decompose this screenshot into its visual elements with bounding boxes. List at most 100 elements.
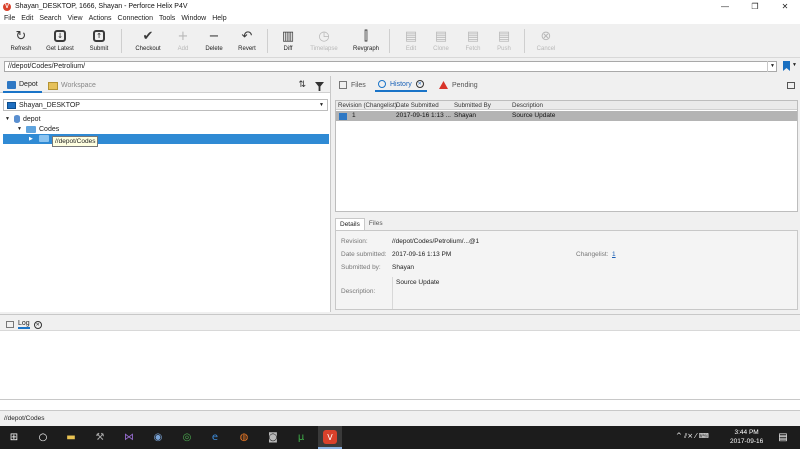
checkmark-icon: ✔ bbox=[142, 28, 154, 44]
tab-history[interactable]: History ✕ bbox=[375, 78, 427, 92]
cancel-button[interactable]: ⊗ Cancel bbox=[527, 27, 565, 57]
visual-studio-icon[interactable]: ⋈ bbox=[122, 430, 136, 444]
chrome-icon[interactable]: ◎ bbox=[180, 430, 194, 444]
toolbar-divider bbox=[267, 29, 268, 53]
title-bar: V Shayan_DESKTOP, 1666, Shayan - Perforc… bbox=[0, 0, 800, 13]
system-tray-icons[interactable]: ^ ⫽× ⁄ ⌨ bbox=[676, 432, 709, 441]
bookmark-icon[interactable] bbox=[783, 61, 790, 71]
utorrent-icon[interactable]: μ bbox=[294, 430, 308, 444]
tab-details[interactable]: Details bbox=[335, 218, 365, 230]
menu-actions[interactable]: Actions bbox=[89, 15, 112, 22]
timelapse-button[interactable]: ◷ Timelapse bbox=[305, 27, 343, 57]
menu-connection[interactable]: Connection bbox=[118, 15, 153, 22]
revgraph-label: Revgraph bbox=[352, 46, 379, 52]
depot-tree-pane: Depot Workspace ⇅ Shayan_DESKTOP ▼ ▼ dep… bbox=[0, 76, 331, 312]
column-date[interactable]: Date Submitted bbox=[396, 102, 439, 109]
column-revision[interactable]: Revision (Changelist) bbox=[338, 102, 397, 109]
lock-app-icon[interactable]: ◙ bbox=[266, 430, 280, 444]
tab-files-label: Files bbox=[351, 81, 366, 89]
filter-icon[interactable] bbox=[315, 82, 324, 91]
windows-taskbar: ⊞ ○ ▬ ⚒ ⋈ ◉ ◎ e ◍ ◙ μ V ^ ⫽× ⁄ ⌨ 3:44 PM… bbox=[0, 426, 800, 449]
chevron-down-icon[interactable]: ▼ bbox=[767, 61, 777, 72]
details-panel: Revision: //depot/Codes/Petrolium/...@1 … bbox=[335, 230, 798, 310]
toolbar-divider bbox=[121, 29, 122, 53]
menu-tools[interactable]: Tools bbox=[159, 15, 175, 22]
delete-label: Delete bbox=[205, 46, 223, 52]
tab-details-files[interactable]: Files bbox=[365, 218, 387, 230]
timelapse-label: Timelapse bbox=[310, 46, 338, 52]
tab-pending[interactable]: Pending bbox=[436, 78, 481, 92]
diff-label: Diff bbox=[283, 46, 293, 52]
menu-window[interactable]: Window bbox=[181, 15, 206, 22]
p4v-taskbar-icon[interactable]: V bbox=[323, 430, 337, 444]
date-submitted-value: 2017-09-16 1:13 PM bbox=[392, 251, 452, 258]
changelist-link[interactable]: 1 bbox=[612, 251, 616, 258]
menu-search[interactable]: Search bbox=[39, 15, 61, 22]
tab-pending-label: Pending bbox=[452, 81, 478, 89]
fetch-label: Fetch bbox=[465, 46, 481, 52]
expand-arrow-icon[interactable]: ▼ bbox=[17, 126, 23, 132]
edge-icon[interactable]: e bbox=[208, 430, 222, 444]
tree-item-codes[interactable]: ▼ Codes bbox=[17, 124, 59, 134]
file-explorer-icon[interactable]: ▬ bbox=[64, 430, 78, 444]
menu-edit[interactable]: Edit bbox=[21, 15, 33, 22]
menu-file[interactable]: File bbox=[4, 15, 15, 22]
refresh-button[interactable]: ↻ Refresh bbox=[2, 27, 40, 57]
tab-log[interactable]: Log ✕ bbox=[3, 318, 45, 331]
command-input[interactable] bbox=[0, 399, 800, 411]
collapsed-arrow-icon[interactable]: ▶ bbox=[29, 136, 35, 142]
edit-label: Edit bbox=[405, 46, 417, 52]
log-pane: Log ✕ bbox=[0, 314, 800, 399]
tab-workspace[interactable]: Workspace bbox=[44, 78, 100, 93]
revert-button[interactable]: ↶ Revert bbox=[228, 27, 266, 57]
description-box[interactable]: Source Update bbox=[392, 277, 792, 309]
history-table: Revision (Changelist) Date Submitted Sub… bbox=[335, 100, 798, 212]
submitted-by-label: Submitted by: bbox=[341, 264, 381, 271]
bookmark-dropdown-icon[interactable]: ▼ bbox=[792, 62, 797, 68]
clock-icon bbox=[378, 80, 386, 88]
windows-start-icon[interactable]: ⊞ bbox=[7, 430, 21, 444]
pane-menu-icon[interactable] bbox=[787, 82, 795, 89]
close-tab-icon[interactable]: ✕ bbox=[33, 320, 42, 329]
tools-icon[interactable]: ⚒ bbox=[93, 430, 107, 444]
submit-button[interactable]: ↑ Submit bbox=[80, 27, 118, 57]
taskbar-clock[interactable]: 3:44 PM 2017-09-16 bbox=[730, 428, 763, 446]
tab-depot-label: Depot bbox=[19, 81, 38, 88]
workspace-icon bbox=[48, 81, 58, 90]
cancel-icon: ⊗ bbox=[540, 28, 552, 44]
minimize-button[interactable]: — bbox=[710, 0, 740, 13]
menu-view[interactable]: View bbox=[68, 15, 83, 22]
push-button[interactable]: ▤ Push bbox=[485, 27, 523, 57]
tab-files[interactable]: Files bbox=[336, 78, 369, 92]
description-label: Description: bbox=[341, 288, 376, 295]
close-tab-icon[interactable]: ✕ bbox=[415, 80, 424, 88]
close-button[interactable]: ✕ bbox=[770, 0, 800, 13]
date-submitted-label: Date submitted: bbox=[341, 251, 387, 258]
column-description[interactable]: Description bbox=[512, 102, 543, 109]
depot-path-input[interactable]: //depot/Codes/Petrolium/ bbox=[4, 61, 777, 72]
revision-icon bbox=[339, 113, 347, 120]
toolbar: ↻ Refresh ↓ Get Latest ↑ Submit ✔ Checko… bbox=[0, 24, 800, 58]
checkout-button[interactable]: ✔ Checkout bbox=[129, 27, 167, 57]
submitted-by-value: Shayan bbox=[392, 264, 415, 271]
column-submitted-by[interactable]: Submitted By bbox=[454, 102, 491, 109]
notifications-icon[interactable]: ▤ bbox=[776, 430, 790, 444]
cortana-search-icon[interactable]: ○ bbox=[36, 430, 50, 444]
chevron-down-icon: ▼ bbox=[319, 102, 324, 108]
diff-button[interactable]: ▥ Diff bbox=[269, 27, 307, 57]
revgraph-button[interactable]: ⫿ Revgraph bbox=[347, 27, 385, 57]
sort-icon[interactable]: ⇅ bbox=[298, 80, 306, 90]
tab-depot[interactable]: Depot bbox=[3, 78, 42, 93]
menu-help[interactable]: Help bbox=[212, 15, 226, 22]
expand-arrow-icon[interactable]: ▼ bbox=[5, 116, 11, 122]
minus-icon: − bbox=[208, 28, 220, 44]
globe-app-icon[interactable]: ◉ bbox=[151, 430, 165, 444]
files-icon bbox=[339, 81, 347, 89]
get-latest-button[interactable]: ↓ Get Latest bbox=[41, 27, 79, 57]
workspace-select[interactable]: Shayan_DESKTOP ▼ bbox=[3, 99, 328, 111]
maximize-button[interactable]: ❐ bbox=[740, 0, 770, 13]
table-row[interactable]: 1 2017-09-16 1:13 ... Shayan Source Upda… bbox=[336, 111, 797, 121]
tree-item-depot[interactable]: ▼ depot bbox=[5, 114, 41, 124]
address-bar: //depot/Codes/Petrolium/ ▼ ▼ bbox=[0, 58, 800, 75]
firefox-icon[interactable]: ◍ bbox=[237, 430, 251, 444]
